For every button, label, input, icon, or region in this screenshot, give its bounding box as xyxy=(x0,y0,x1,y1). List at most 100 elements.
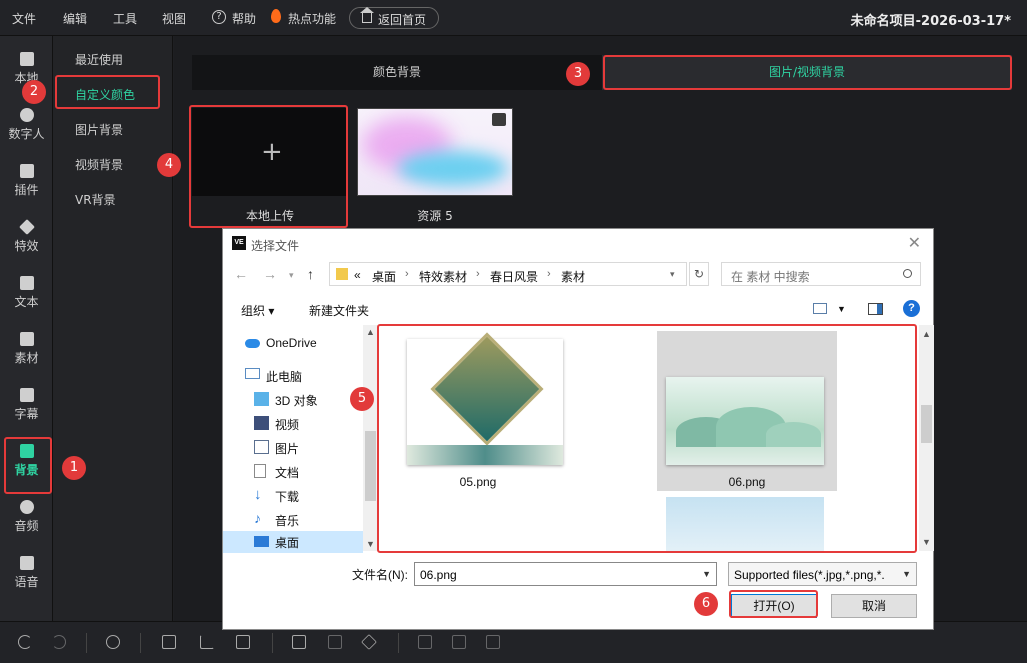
menu-help[interactable]: 帮助 xyxy=(232,10,256,27)
preview-pane-icon[interactable] xyxy=(868,303,883,315)
dialog-toolbar: 组织 ▾ 新建文件夹 ▼ ? xyxy=(223,295,935,323)
category-image-bg[interactable]: 图片背景 xyxy=(75,121,123,138)
scroll-thumb[interactable] xyxy=(365,431,376,501)
step-marker: 5 xyxy=(350,387,374,411)
back-arrow-icon[interactable]: ← xyxy=(234,266,248,282)
nav-pictures[interactable]: 图片 xyxy=(254,437,363,459)
nav-label: 图片 xyxy=(275,442,300,456)
left-sidebar: 本地 数字人 插件 特效 文本 素材 字幕 背景 音频 语音 xyxy=(0,36,53,621)
filename-input[interactable]: 06.png ▼ xyxy=(414,562,717,586)
desktop-icon xyxy=(254,536,269,547)
copy-icon[interactable] xyxy=(452,635,466,649)
download-icon: ↓ xyxy=(254,486,262,503)
menu-tools[interactable]: 工具 xyxy=(113,10,137,27)
delete-icon[interactable] xyxy=(486,635,500,649)
cloud-icon xyxy=(245,339,260,348)
split-icon[interactable] xyxy=(162,635,176,649)
nav-scrollbar[interactable]: ▲ ▼ xyxy=(363,325,378,551)
nav-documents[interactable]: 文档 xyxy=(254,461,363,483)
scroll-down-icon[interactable]: ▼ xyxy=(366,539,375,549)
cancel-button[interactable]: 取消 xyxy=(831,594,917,618)
sidebar-item-plugins[interactable]: 插件 xyxy=(0,158,53,208)
menu-file[interactable]: 文件 xyxy=(12,10,36,27)
breadcrumb-item[interactable]: 素材 xyxy=(561,268,585,285)
app-logo-icon: VE xyxy=(232,236,246,250)
address-bar[interactable]: « 桌面 › 特效素材 › 春日风景 › 素材 ▾ xyxy=(329,262,687,286)
nav-music[interactable]: ♪ 音乐 xyxy=(254,509,363,531)
filetype-select[interactable]: Supported files(*.jpg,*.png,*. ▼ xyxy=(728,562,917,586)
sidebar-item-effects[interactable]: 特效 xyxy=(0,214,53,264)
close-icon[interactable]: ✕ xyxy=(908,233,921,253)
crop-icon[interactable] xyxy=(200,635,214,649)
forward-arrow-icon[interactable]: → xyxy=(263,266,277,282)
divider xyxy=(86,633,87,653)
nav-onedrive[interactable]: OneDrive xyxy=(245,333,363,355)
sidebar-item-subtitles[interactable]: 字幕 xyxy=(0,382,53,432)
category-vr-bg[interactable]: VR背景 xyxy=(75,191,116,208)
view-mode-icon[interactable] xyxy=(813,303,827,314)
chevron-down-icon[interactable]: ▾ xyxy=(670,269,675,280)
nav-videos[interactable]: 视频 xyxy=(254,413,363,435)
resource-tile[interactable] xyxy=(357,108,513,196)
scroll-up-icon[interactable]: ▲ xyxy=(922,329,931,339)
step-marker: 3 xyxy=(566,62,590,86)
sidebar-item-materials[interactable]: 素材 xyxy=(0,326,53,376)
computer-icon xyxy=(245,368,260,379)
sidebar-item-audio[interactable]: 音频 xyxy=(0,494,53,544)
chevron-down-icon[interactable]: ▼ xyxy=(702,569,711,579)
back-home-label: 返回首页 xyxy=(378,13,427,27)
nav-label: 下载 xyxy=(275,490,300,504)
breadcrumb-item[interactable]: 春日风景 xyxy=(490,268,538,285)
nav-desktop[interactable]: 桌面 xyxy=(223,531,363,553)
search-input[interactable]: 在 素材 中搜索 xyxy=(721,262,921,286)
filename-value: 06.png xyxy=(420,568,457,582)
menu-edit[interactable]: 编辑 xyxy=(63,10,87,27)
sidebar-label: 语音 xyxy=(14,575,39,589)
scroll-thumb[interactable] xyxy=(921,405,932,443)
scroll-up-icon[interactable]: ▲ xyxy=(366,327,375,337)
category-recent[interactable]: 最近使用 xyxy=(75,51,123,68)
sidebar-item-text[interactable]: 文本 xyxy=(0,270,53,320)
up-arrow-icon[interactable]: ↑ xyxy=(307,266,314,282)
new-folder-button[interactable]: 新建文件夹 xyxy=(309,302,369,319)
film-icon xyxy=(19,52,34,66)
project-title: 未命名项目-2026-03-17* xyxy=(850,14,1011,29)
breadcrumb-overflow[interactable]: « xyxy=(354,268,361,282)
menu-view[interactable]: 视图 xyxy=(162,10,186,27)
sidebar-item-digital-human[interactable]: 数字人 xyxy=(0,102,53,152)
sidebar-item-voice[interactable]: 语音 xyxy=(0,550,53,600)
recent-dropdown-icon[interactable]: ▾ xyxy=(289,270,294,281)
voice-icon xyxy=(19,556,34,570)
undo-icon[interactable] xyxy=(18,635,32,649)
sidebar-label: 字幕 xyxy=(14,407,39,421)
refresh-icon[interactable]: ↻ xyxy=(689,262,709,286)
chevron-down-icon[interactable]: ▼ xyxy=(899,569,911,579)
nav-this-pc[interactable]: 此电脑 xyxy=(245,365,363,387)
mirror-icon[interactable] xyxy=(236,635,250,649)
redo-icon[interactable] xyxy=(52,635,66,649)
scroll-down-icon[interactable]: ▼ xyxy=(922,537,931,547)
step-marker: 1 xyxy=(62,456,86,480)
sidebar-label: 特效 xyxy=(14,239,39,253)
view-dropdown-icon[interactable]: ▼ xyxy=(837,304,846,314)
menubar: 文件 编辑 工具 视图 ? 帮助 热点功能 返回首页 未命名项目-2026-03… xyxy=(0,0,1027,36)
organize-menu[interactable]: 组织 ▾ xyxy=(241,302,274,319)
auto-icon[interactable] xyxy=(106,635,120,649)
highlight-box xyxy=(603,55,1012,90)
stamp-icon[interactable] xyxy=(418,635,432,649)
nav-downloads[interactable]: ↓ 下载 xyxy=(254,485,363,507)
menu-hot-features[interactable]: 热点功能 xyxy=(288,10,336,27)
sparkle-icon xyxy=(18,219,35,235)
nav-3d-objects[interactable]: 3D 对象 xyxy=(254,389,363,411)
breadcrumb-item[interactable]: 特效素材 xyxy=(419,268,467,285)
layers-icon[interactable] xyxy=(361,634,377,650)
breadcrumb-item[interactable]: 桌面 xyxy=(372,268,396,285)
back-home-button[interactable]: 返回首页 xyxy=(349,7,439,29)
help-icon[interactable]: ? xyxy=(212,10,226,24)
file-scrollbar[interactable]: ▲ ▼ xyxy=(919,325,934,551)
dialog-help-icon[interactable]: ? xyxy=(903,300,920,317)
image-edit-icon[interactable] xyxy=(292,635,306,649)
category-video-bg[interactable]: 视频背景 xyxy=(75,156,123,173)
pen-icon[interactable] xyxy=(328,635,342,649)
tab-color-background[interactable]: 颜色背景 xyxy=(192,55,602,90)
